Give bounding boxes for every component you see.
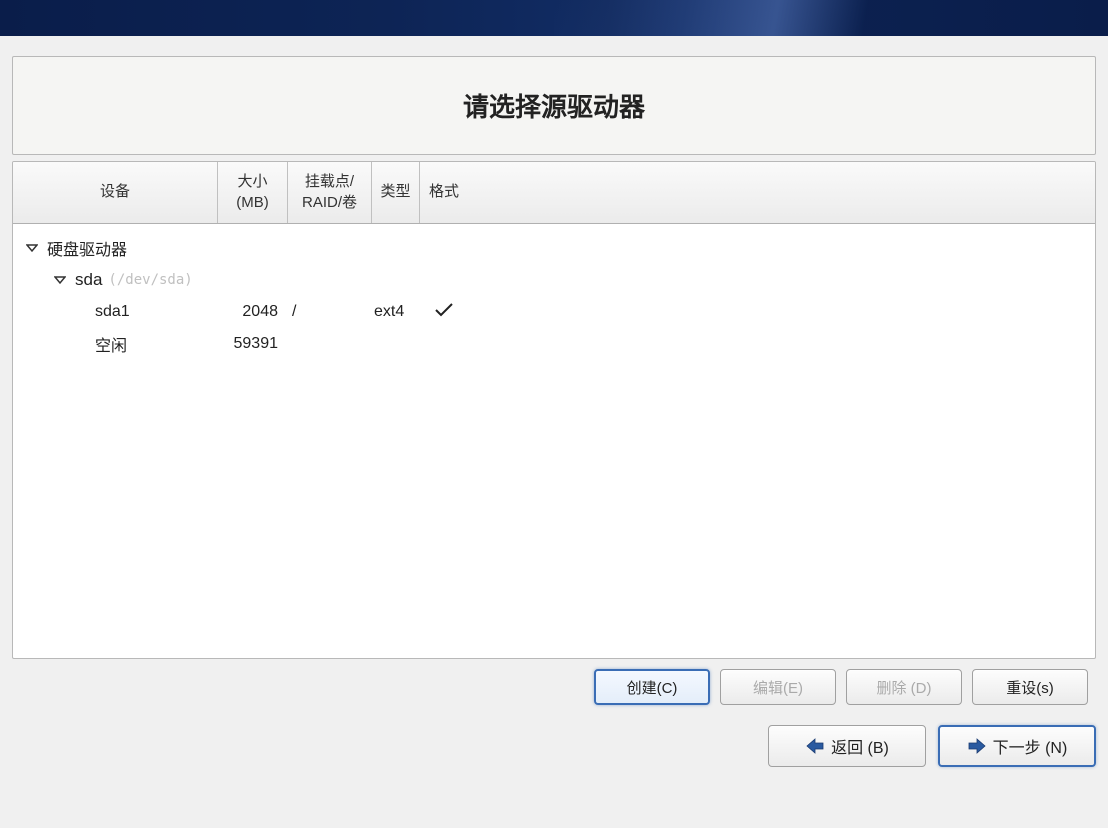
main-container: 请选择源驱动器 设备 大小 (MB) 挂载点/ RAID/卷 类型 格式 硬盘驱… — [0, 36, 1108, 717]
back-button[interactable]: 返回 (B) — [768, 725, 926, 767]
header-type[interactable]: 类型 — [372, 162, 420, 223]
partition-type: ext4 — [372, 303, 420, 321]
navigation-row: 返回 (B) 下一步 (N) — [0, 717, 1108, 781]
expander-icon[interactable] — [25, 241, 39, 255]
reset-button[interactable]: 重设(s) — [972, 669, 1088, 705]
title-panel: 请选择源驱动器 — [12, 56, 1096, 155]
next-button[interactable]: 下一步 (N) — [938, 725, 1096, 767]
create-button[interactable]: 创建(C) — [594, 669, 710, 705]
partition-mount: / — [288, 303, 372, 321]
partition-size: 2048 — [218, 303, 288, 321]
arrow-right-icon — [967, 738, 987, 754]
arrow-left-icon — [805, 738, 825, 754]
partition-format — [420, 302, 468, 323]
partition-name: 空闲 — [95, 332, 127, 356]
page-title: 请选择源驱动器 — [13, 87, 1095, 124]
header-device[interactable]: 设备 — [13, 162, 218, 223]
tree-row-root[interactable]: 硬盘驱动器 — [13, 232, 1095, 264]
tree-row-partition[interactable]: sda1 2048 / ext4 — [13, 296, 1095, 328]
expander-icon[interactable] — [53, 273, 67, 287]
root-label: 硬盘驱动器 — [47, 236, 127, 260]
action-buttons-row: 创建(C) 编辑(E) 删除 (D) 重设(s) — [12, 659, 1096, 709]
partition-table-panel: 设备 大小 (MB) 挂载点/ RAID/卷 类型 格式 硬盘驱动器 — [12, 161, 1096, 659]
delete-button: 删除 (D) — [846, 669, 962, 705]
tree-body: 硬盘驱动器 sda (/dev/sda) sda1 2048 / ext — [13, 224, 1095, 360]
back-label: 返回 (B) — [831, 734, 889, 758]
header-format[interactable]: 格式 — [420, 162, 468, 223]
header-size[interactable]: 大小 (MB) — [218, 162, 288, 223]
table-header: 设备 大小 (MB) 挂载点/ RAID/卷 类型 格式 — [13, 162, 1095, 224]
tree-row-partition[interactable]: 空闲 59391 — [13, 328, 1095, 360]
disk-name: sda — [75, 270, 102, 290]
top-banner — [0, 0, 1108, 36]
edit-button: 编辑(E) — [720, 669, 836, 705]
partition-name: sda1 — [95, 303, 130, 321]
partition-size: 59391 — [218, 335, 288, 353]
header-mount[interactable]: 挂载点/ RAID/卷 — [288, 162, 372, 223]
next-label: 下一步 (N) — [993, 734, 1068, 758]
check-icon — [434, 302, 454, 323]
disk-path: (/dev/sda) — [108, 272, 192, 288]
tree-row-disk[interactable]: sda (/dev/sda) — [13, 264, 1095, 296]
